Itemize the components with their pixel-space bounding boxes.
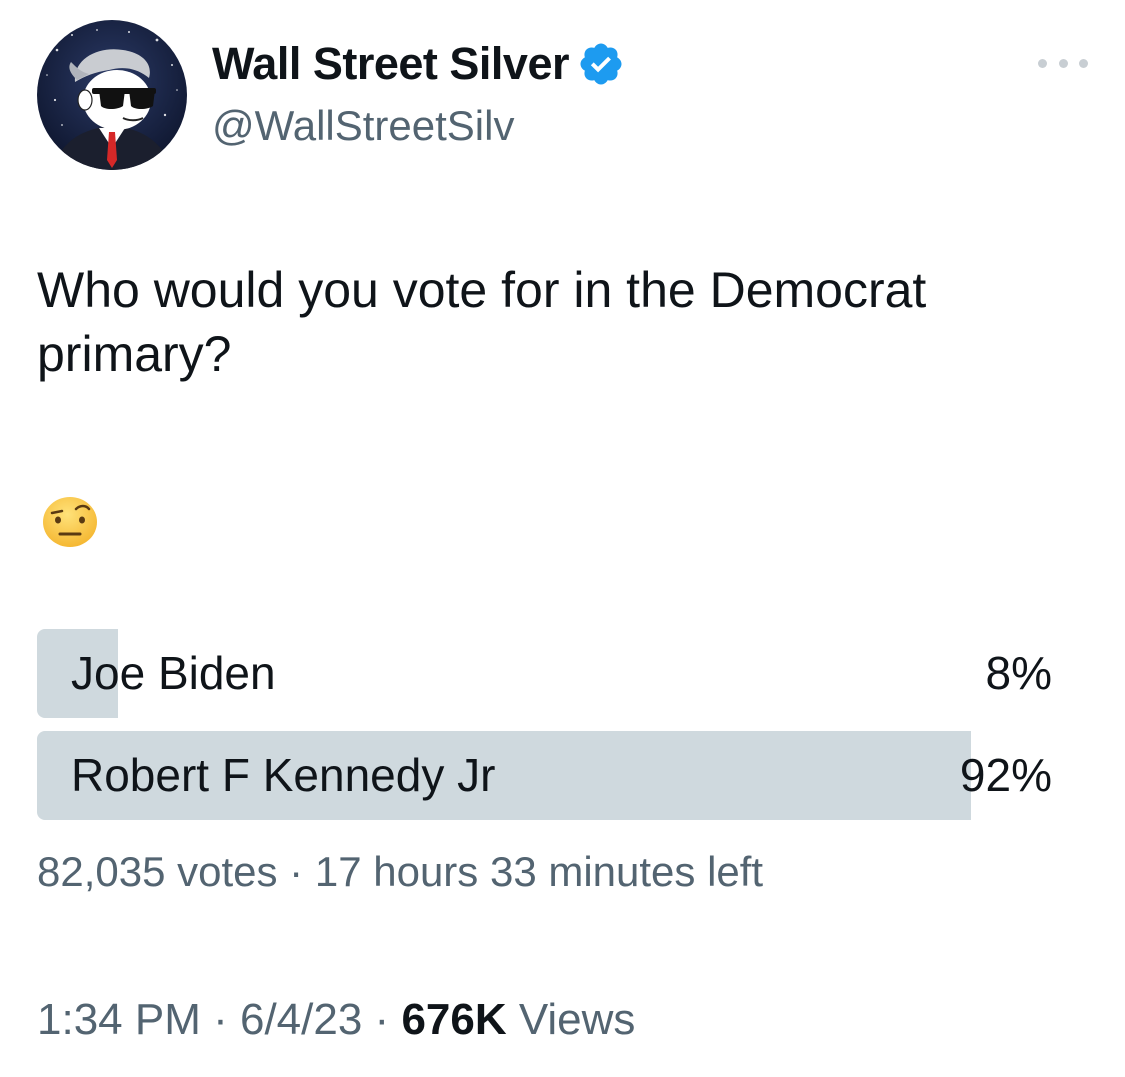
poll-option-robert-f-kennedy-jr[interactable]: Robert F Kennedy Jr 92% [37,731,1052,820]
poll-option-percent: 92% [959,749,1052,801]
poll-option-label: Robert F Kennedy Jr [71,749,496,801]
poll-option-label: Joe Biden [71,647,276,699]
tweet-time[interactable]: 1:34 PM [37,995,201,1044]
tweet-text: Who would you vote for in the Democrat p… [37,262,927,382]
tweet-date[interactable]: 6/4/23 [240,995,362,1044]
author-display-name[interactable]: Wall Street Silver [212,38,625,90]
separator-dot: · [200,995,240,1044]
views-label: Views [506,995,636,1044]
raised-eyebrow-emoji-icon [38,496,102,548]
author-name-text: Wall Street Silver [212,38,569,89]
poll-option-joe-biden[interactable]: Joe Biden 8% [37,629,1052,718]
poll-time-left: 17 hours 33 minutes left [314,848,764,895]
separator-dot: · [277,848,315,895]
cartoon-man-sunglasses-icon [37,20,187,170]
poll-meta: 82,035 votes · 17 hours 33 minutes left [37,848,763,896]
separator-dot: · [362,995,402,1044]
verified-badge-icon [577,40,625,88]
author-avatar[interactable] [37,20,187,170]
views-count[interactable]: 676K [401,995,506,1044]
poll-option-percent: 8% [985,647,1052,699]
author-handle[interactable]: @WallStreetSilv [212,102,514,150]
tweet-timestamp-row: 1:34 PM · 6/4/23 · 676K Views [37,995,635,1045]
more-horizontal-icon[interactable] [1038,52,1088,74]
poll-vote-count: 82,035 votes [37,848,278,895]
